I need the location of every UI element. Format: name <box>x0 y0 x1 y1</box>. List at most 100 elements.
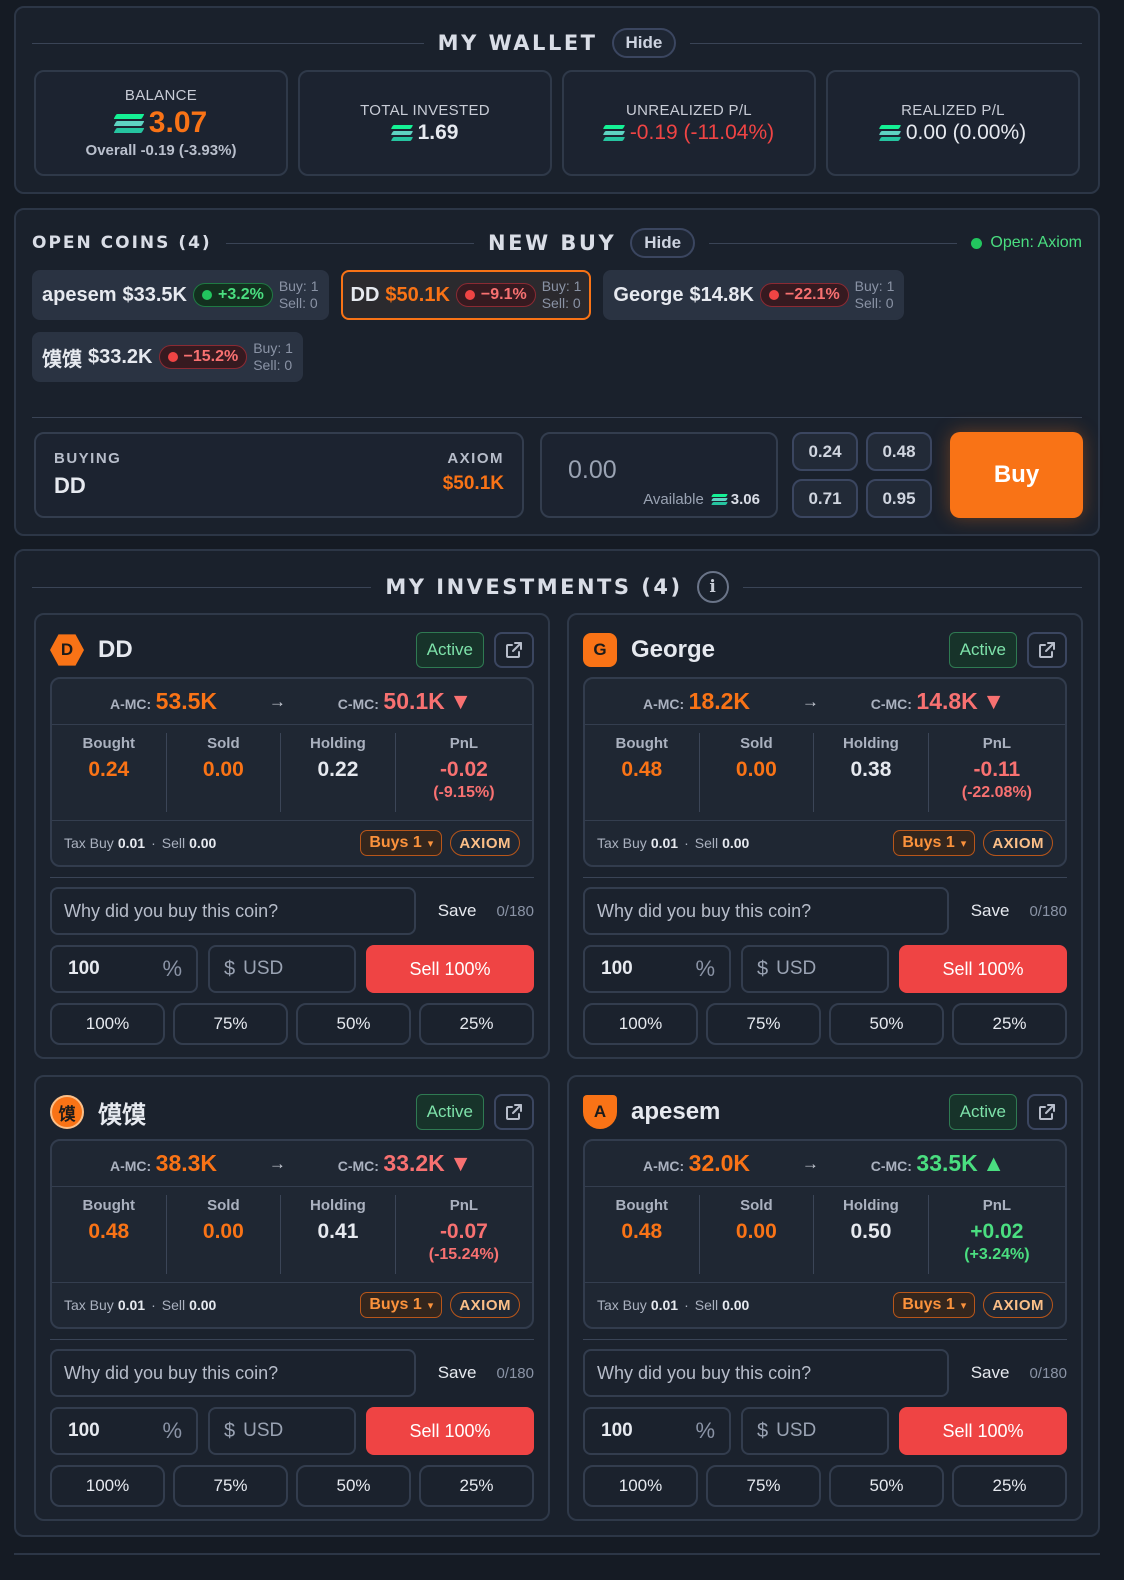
sell-usd-input[interactable]: $ USD <box>208 1407 356 1455</box>
coin-chip-sell: Sell: 0 <box>278 295 318 311</box>
stat-value: 0.48 <box>621 758 663 781</box>
coin-chip-apesem[interactable]: apesem $33.5K +3.2% Buy: 1 Sell: 0 <box>32 270 329 320</box>
sell-percent-input[interactable]: 100% <box>583 1407 731 1455</box>
coin-chip-buy: Buy: 1 <box>253 340 293 356</box>
sell-button[interactable]: Sell 100% <box>366 1407 534 1455</box>
a-mc-label: A-MC: <box>110 1158 152 1174</box>
coin-chip-momo[interactable]: 馍馍 $33.2K −15.2% Buy: 1 Sell: 0 <box>32 332 303 382</box>
percent-option-button[interactable]: 50% <box>296 1003 411 1045</box>
percent-option-button[interactable]: 100% <box>583 1465 698 1507</box>
buys-dropdown[interactable]: Buys 1 ▾ <box>893 1292 976 1318</box>
sell-button[interactable]: Sell 100% <box>899 1407 1067 1455</box>
save-button[interactable]: Save <box>438 1363 477 1383</box>
percent-option-button[interactable]: 25% <box>952 1465 1067 1507</box>
percent-option-button[interactable]: 100% <box>50 1465 165 1507</box>
percent-option-button[interactable]: 75% <box>706 1465 821 1507</box>
status-badge: Active <box>948 1094 1017 1130</box>
token-icon: G <box>583 633 617 667</box>
note-input[interactable]: Why did you buy this coin? <box>50 887 416 935</box>
triangle-down-icon: ▼ <box>449 1150 472 1176</box>
unrealized-label: UNREALIZED P/L <box>626 101 752 119</box>
percent-option-button[interactable]: 75% <box>173 1003 288 1045</box>
sell-usd-input[interactable]: $ USD <box>208 945 356 993</box>
status-badge: Active <box>415 1094 484 1130</box>
percent-option-button[interactable]: 100% <box>50 1003 165 1045</box>
percent-option-button[interactable]: 25% <box>419 1465 534 1507</box>
c-mc-value: 33.5K <box>916 1150 978 1176</box>
stat-value: 0.00 <box>202 758 244 781</box>
external-link-icon[interactable] <box>1027 632 1067 668</box>
coin-chip-change: −9.1% <box>480 286 527 303</box>
status-dot-icon <box>971 237 983 249</box>
a-mc-value: 32.0K <box>688 1150 751 1176</box>
dollar-icon: $ <box>224 1419 236 1442</box>
platform-badge[interactable]: AXIOM <box>983 1292 1053 1318</box>
new-buy-hide-button[interactable]: Hide <box>630 228 696 258</box>
quick-amount-button[interactable]: 0.95 <box>866 479 932 518</box>
coin-chip-sell: Sell: 0 <box>541 295 581 311</box>
stat-value: 0.00 <box>735 1220 777 1243</box>
platform-badge[interactable]: AXIOM <box>450 830 520 856</box>
coin-chip-change: +3.2% <box>218 286 264 303</box>
percent-option-button[interactable]: 75% <box>706 1003 821 1045</box>
coin-chip-mc: $14.8K <box>689 283 754 306</box>
sell-button[interactable]: Sell 100% <box>366 945 534 993</box>
c-mc-value: 50.1K <box>383 688 445 714</box>
c-mc-label: C-MC: <box>337 1158 379 1174</box>
sell-button[interactable]: Sell 100% <box>899 945 1067 993</box>
buys-dropdown[interactable]: Buys 1 ▾ <box>360 830 443 856</box>
quick-amount-button[interactable]: 0.48 <box>866 432 932 471</box>
percent-option-button[interactable]: 50% <box>829 1003 944 1045</box>
coin-chip-dd[interactable]: DD $50.1K −9.1% Buy: 1 Sell: 0 <box>340 270 592 320</box>
percent-option-button[interactable]: 75% <box>173 1465 288 1507</box>
buying-mc: $50.1K <box>442 473 504 494</box>
stat-bought: Bought 0.24 <box>52 733 167 812</box>
buy-amount-input[interactable]: 0.00 Available 3.06 <box>540 432 778 518</box>
stat-label: Holding <box>843 1197 899 1214</box>
percent-option-button[interactable]: 50% <box>296 1465 411 1507</box>
a-mc-value: 53.5K <box>155 688 218 714</box>
save-button[interactable]: Save <box>971 901 1010 921</box>
percent-option-button[interactable]: 50% <box>829 1465 944 1507</box>
external-link-icon[interactable] <box>494 1094 534 1130</box>
realized-value: 0.00 (0.00%) <box>905 120 1027 144</box>
platform-badge[interactable]: AXIOM <box>983 830 1053 856</box>
coin-chip-george[interactable]: George $14.8K −22.1% Buy: 1 Sell: 0 <box>603 270 905 320</box>
sell-percent-input[interactable]: 100% <box>50 945 198 993</box>
sell-usd-input[interactable]: $ USD <box>741 1407 889 1455</box>
stat-label: Sold <box>207 735 240 752</box>
save-button[interactable]: Save <box>438 901 477 921</box>
wallet-hide-button[interactable]: Hide <box>611 28 677 58</box>
note-char-count: 0/180 <box>496 1364 534 1382</box>
percent-option-button[interactable]: 25% <box>419 1003 534 1045</box>
external-link-icon[interactable] <box>494 632 534 668</box>
note-input[interactable]: Why did you buy this coin? <box>583 1349 949 1397</box>
buy-button[interactable]: Buy <box>950 432 1083 518</box>
sell-percent-input[interactable]: 100% <box>583 945 731 993</box>
sell-percent-input[interactable]: 100% <box>50 1407 198 1455</box>
c-mc-value: 33.2K <box>383 1150 445 1176</box>
sell-usd-input[interactable]: $ USD <box>741 945 889 993</box>
percent-option-button[interactable]: 100% <box>583 1003 698 1045</box>
total-invested-row: 1.69 <box>390 121 458 145</box>
tax-sell-label: Sell <box>161 1297 186 1313</box>
external-link-icon[interactable] <box>1027 1094 1067 1130</box>
platform-badge[interactable]: AXIOM <box>450 1292 520 1318</box>
tax-buy-label: Tax Buy <box>64 1297 114 1313</box>
a-mc-value: 18.2K <box>688 688 751 714</box>
balance-card: BALANCE 3.07 Overall -0.19 (-3.93%) <box>34 70 288 176</box>
note-input[interactable]: Why did you buy this coin? <box>50 1349 416 1397</box>
stat-pnl-percent: (+3.24%) <box>964 1246 1030 1263</box>
note-input[interactable]: Why did you buy this coin? <box>583 887 949 935</box>
stat-value: 0.24 <box>88 758 130 781</box>
balance-value-row: 3.07 <box>113 106 207 140</box>
save-button[interactable]: Save <box>971 1363 1010 1383</box>
quick-amount-button[interactable]: 0.24 <box>792 432 858 471</box>
tax-row: Tax Buy 0.01 · Sell 0.00 Buys 1 ▾ AXIOM <box>52 1283 532 1327</box>
buys-dropdown[interactable]: Buys 1 ▾ <box>893 830 976 856</box>
coin-chip-buy: Buy: 1 <box>854 278 895 294</box>
quick-amount-button[interactable]: 0.71 <box>792 479 858 518</box>
percent-option-button[interactable]: 25% <box>952 1003 1067 1045</box>
info-icon[interactable]: i <box>696 571 729 603</box>
buys-dropdown[interactable]: Buys 1 ▾ <box>360 1292 443 1318</box>
